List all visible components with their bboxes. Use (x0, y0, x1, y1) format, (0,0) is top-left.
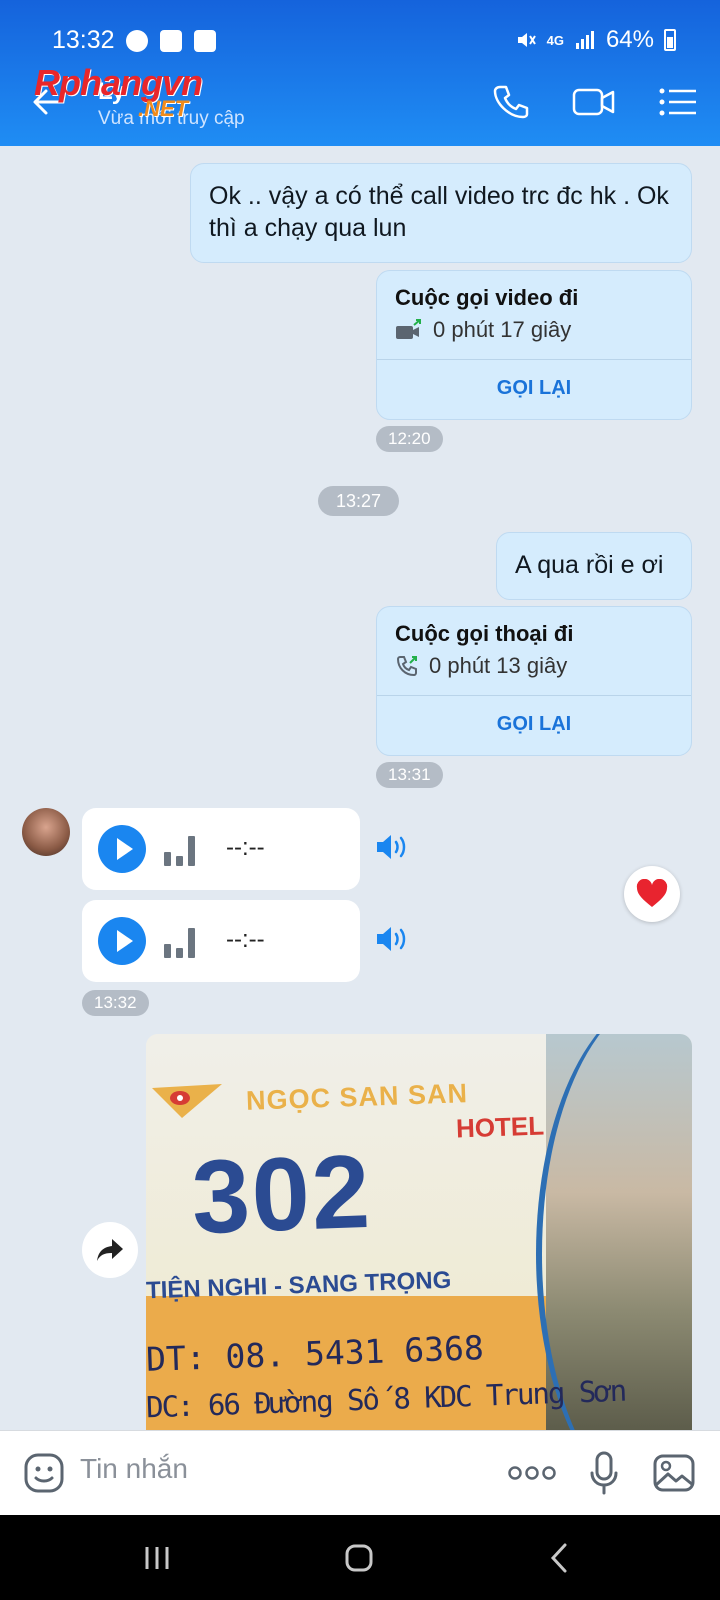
battery-percent: 64% (605, 26, 654, 53)
hotel-logo-icon (152, 1084, 222, 1118)
message-time: 12:20 (376, 426, 443, 452)
status-time: 13:32 (52, 26, 115, 54)
message-time: 13:31 (376, 762, 443, 788)
video-call-button[interactable] (572, 82, 616, 122)
menu-list-icon (659, 88, 696, 116)
status-bar: 13:32 4G 64% (0, 22, 720, 62)
play-button[interactable] (98, 825, 146, 873)
video-camera-icon (572, 88, 615, 116)
network-label: 4G (546, 32, 564, 48)
outgoing-message[interactable]: A qua rồi e ơi (496, 532, 692, 600)
message-input[interactable]: Tin nhắn (80, 1453, 188, 1485)
call-duration: 0 phút 13 giây (395, 653, 567, 679)
video-call-card: Cuộc gọi video đi 0 phút 17 giây GỌI LẠI (376, 270, 692, 420)
voice-duration: --:-- (226, 834, 265, 861)
voice-message: --:-- (82, 900, 360, 982)
message-input-bar: Tin nhắn (0, 1430, 720, 1515)
call-again-button[interactable]: GỌI LẠI (377, 360, 691, 417)
speaker-button[interactable] (374, 924, 410, 954)
message-text: Ok .. vậy a có thể call video trc đc hk … (209, 182, 669, 242)
sticker-button[interactable] (22, 1451, 66, 1495)
message-time: 13:32 (82, 990, 149, 1016)
forward-arrow-icon (97, 1239, 123, 1261)
forward-button[interactable] (82, 1222, 138, 1278)
watermark-logo-suffix: .NET (138, 96, 189, 121)
home-button[interactable] (334, 1535, 384, 1581)
image-picker-button[interactable] (652, 1451, 696, 1495)
room-number: 302 (190, 1133, 374, 1257)
microphone-icon (590, 1451, 618, 1495)
chat-header: 13:32 4G 64% Ly Vừa mới truy cập Rphangv… (0, 0, 720, 146)
audio-bars-icon (164, 924, 198, 958)
shared-image[interactable]: NGỌC SAN SAN HOTEL 302 TIỆN NGHI - SANG … (146, 1034, 692, 1430)
outgoing-video-call-icon (396, 319, 421, 339)
time-divider: 13:27 (318, 486, 400, 516)
menu-button[interactable] (656, 82, 700, 122)
call-title: Cuộc gọi video đi (395, 285, 579, 310)
voice-call-button[interactable] (488, 82, 532, 122)
recent-apps-icon (145, 1547, 169, 1569)
status-right: 4G 64% (515, 26, 676, 54)
recent-apps-button[interactable] (132, 1535, 182, 1581)
voice-message: --:-- (82, 808, 360, 890)
image-icon (653, 1454, 695, 1492)
back-chevron-icon (550, 1543, 567, 1573)
speaker-icon (377, 835, 406, 859)
play-button[interactable] (98, 917, 146, 965)
outgoing-message[interactable]: Ok .. vậy a có thể call video trc đc hk … (190, 163, 692, 263)
mute-icon (517, 33, 536, 47)
signal-icon (575, 31, 594, 49)
call-duration: 0 phút 17 giây (395, 317, 571, 343)
back-nav-button[interactable] (534, 1535, 584, 1581)
outgoing-phone-call-icon (396, 656, 417, 677)
voice-duration: --:-- (226, 926, 265, 953)
heart-reaction-button[interactable] (624, 866, 680, 922)
voice-call-card: Cuộc gọi thoại đi 0 phút 13 giây GỌI LẠI (376, 606, 692, 756)
call-duration-text: 0 phút 13 giây (429, 653, 568, 678)
phone-icon (493, 85, 529, 119)
call-title: Cuộc gọi thoại đi (395, 621, 574, 646)
hotel-word: HOTEL (455, 1110, 545, 1144)
more-options-button[interactable] (506, 1451, 558, 1495)
checkbox-icon (194, 30, 216, 52)
home-icon (345, 1544, 373, 1572)
battery-icon (664, 29, 676, 51)
speaker-button[interactable] (374, 832, 410, 862)
voice-record-button[interactable] (582, 1451, 626, 1495)
call-duration-text: 0 phút 17 giây (433, 317, 572, 342)
system-nav-bar (0, 1515, 720, 1600)
sticker-icon (24, 1453, 64, 1493)
notification-icons (126, 30, 216, 52)
audio-bars-icon (164, 832, 198, 866)
call-again-button[interactable]: GỌI LẠI (377, 696, 691, 753)
heart-icon (636, 879, 668, 907)
message-text: A qua rồi e ơi (515, 551, 664, 579)
more-dots-icon (508, 1466, 556, 1480)
speaker-icon (377, 927, 406, 951)
avatar[interactable] (22, 808, 70, 856)
gallery-icon (160, 30, 182, 52)
messenger-icon (126, 30, 148, 52)
